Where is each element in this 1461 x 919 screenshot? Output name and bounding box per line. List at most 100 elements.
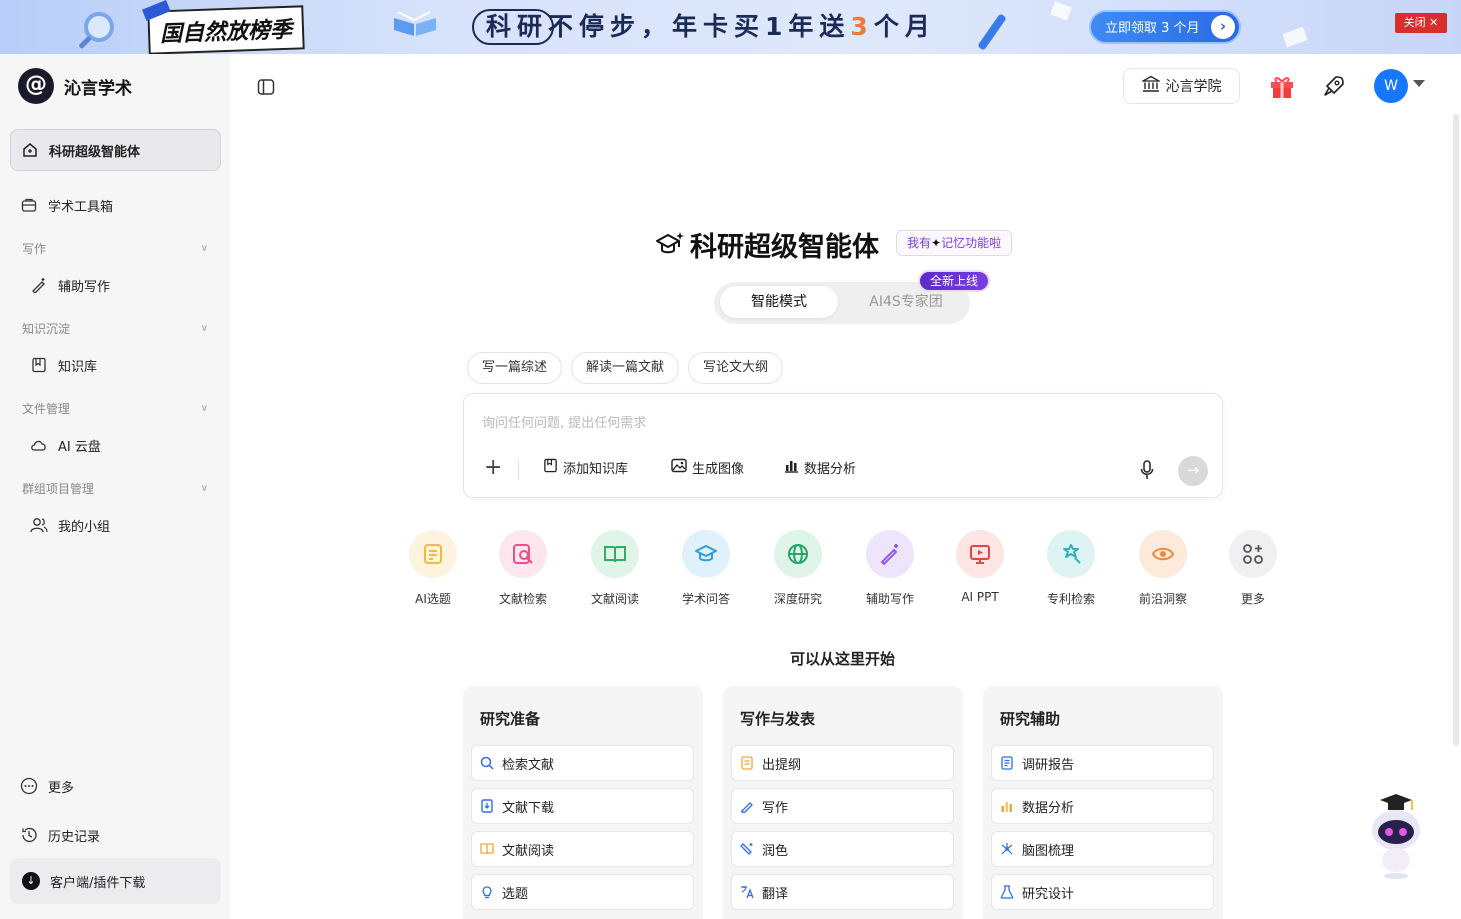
sidebar-item-label: 我的小组 <box>58 519 111 535</box>
tool-label: 文献检索 <box>498 592 547 606</box>
paper-plane-icon <box>1050 1 1072 21</box>
tool-label: 添加知识库 <box>563 462 629 477</box>
section-title: 群组项目管理 <box>22 481 95 496</box>
suggestion-chip[interactable]: 写一篇综述 <box>467 352 563 384</box>
tool-label: 深度研究 <box>773 592 822 606</box>
claim-offer-label: 立即领取 3 个月 <box>1105 21 1200 36</box>
tool-patent-search[interactable]: 专利检索 <box>1041 530 1101 607</box>
sidebar-item-toolbox[interactable]: 学术工具箱 <box>20 193 113 217</box>
card-item-research-design[interactable]: 研究设计 <box>991 874 1214 910</box>
card-item-label: 写作 <box>762 800 789 816</box>
brand-name: 沁言学术 <box>64 78 132 99</box>
microphone-icon[interactable] <box>1140 460 1154 480</box>
chevron-down-icon: ∨ <box>200 402 208 414</box>
card-item-translate[interactable]: 翻译 <box>731 874 954 910</box>
section-files[interactable]: 文件管理 ∨ <box>22 399 212 417</box>
tool-label: 前沿洞察 <box>1138 592 1187 606</box>
client-download-button[interactable]: ↓ 客户端/插件下载 <box>10 858 221 904</box>
card-item-survey-report[interactable]: 调研报告 <box>991 745 1214 781</box>
sidebar-item-label: 更多 <box>48 780 75 796</box>
book-open-icon <box>591 530 639 578</box>
book-open-icon <box>480 842 494 856</box>
section-writing[interactable]: 写作 ∨ <box>22 239 212 257</box>
memory-label-a: 我有 <box>907 236 932 250</box>
rocket-icon[interactable] <box>1322 74 1346 98</box>
suggestion-chip[interactable]: 解读一篇文献 <box>571 352 680 384</box>
user-avatar[interactable]: W <box>1374 69 1408 103</box>
download-icon: ↓ <box>22 872 40 890</box>
tool-deep-research[interactable]: 深度研究 <box>768 530 828 607</box>
sidebar-item-knowledge-base[interactable]: 知识库 <box>30 353 97 377</box>
patent-search-icon <box>1047 530 1095 578</box>
sidebar-item-super-agent[interactable]: 科研超级智能体 <box>10 129 221 171</box>
card-writing-publishing: 写作与发表 出提纲 写作 润色 翻译 <box>723 686 963 919</box>
section-title: 知识沉淀 <box>22 321 71 336</box>
sidebar-item-more[interactable]: 更多 <box>20 774 74 798</box>
prompt-input[interactable]: 询问任何问题, 提出任何需求 <box>482 412 646 431</box>
chevron-down-icon: ∨ <box>200 322 208 334</box>
knowledge-base-icon <box>543 458 558 477</box>
send-button[interactable]: → <box>1178 456 1208 486</box>
flask-icon <box>1000 885 1014 899</box>
tool-ai-ppt[interactable]: AI PPT <box>950 530 1010 604</box>
tool-literature-search[interactable]: 文献检索 <box>493 530 553 607</box>
claim-offer-button[interactable]: 立即领取 3 个月 › <box>1089 10 1241 44</box>
prompt-composer[interactable]: 询问任何问题, 提出任何需求 + 添加知识库 生成图像 数据分析 → <box>463 393 1223 498</box>
gift-icon[interactable] <box>1269 73 1295 99</box>
tool-ai-topic[interactable]: AI选题 <box>403 530 463 607</box>
sidebar-toggle-icon[interactable] <box>257 78 275 96</box>
group-icon <box>30 516 48 534</box>
banner-tag: 国自然放榜季 <box>147 5 305 54</box>
brand-logo[interactable]: 沁言学术 <box>18 68 132 104</box>
globe-icon <box>774 530 822 578</box>
card-item-label: 翻译 <box>762 886 789 902</box>
chevron-down-icon: ∨ <box>200 242 208 254</box>
magnifier-icon <box>84 12 114 42</box>
data-analysis-button[interactable]: 数据分析 <box>783 458 856 477</box>
outline-icon <box>740 756 754 770</box>
chevron-right-icon: › <box>1211 15 1235 39</box>
tool-more[interactable]: 更多 <box>1223 530 1283 607</box>
promo-banner[interactable]: 国自然放榜季 科研不停步，年卡买1年送3个月 立即领取 3 个月 › 关闭 ✕ <box>0 0 1461 54</box>
tab-smart-mode[interactable]: 智能模式 <box>720 286 838 318</box>
card-item-outline[interactable]: 出提纲 <box>731 745 954 781</box>
add-attachment-button[interactable]: + <box>484 457 502 479</box>
card-item-read-literature[interactable]: 文献阅读 <box>471 831 694 867</box>
card-item-topic[interactable]: 选题 <box>471 874 694 910</box>
assistant-mascot-icon[interactable] <box>1366 790 1426 880</box>
tool-label: AI选题 <box>415 592 451 606</box>
bar-chart-icon <box>783 458 799 477</box>
tool-academic-qa[interactable]: 学术问答 <box>676 530 736 607</box>
tool-label: 学术问答 <box>681 592 730 606</box>
tool-frontier-insight[interactable]: 前沿洞察 <box>1133 530 1193 607</box>
card-research-assist: 研究辅助 调研报告 数据分析 脑图梳理 研究设计 <box>983 686 1223 919</box>
card-item-mindmap[interactable]: 脑图梳理 <box>991 831 1214 867</box>
card-item-polish[interactable]: 润色 <box>731 831 954 867</box>
tool-assist-writing[interactable]: 辅助写作 <box>860 530 920 607</box>
section-knowledge[interactable]: 知识沉淀 ∨ <box>22 319 212 337</box>
section-groups[interactable]: 群组项目管理 ∨ <box>22 479 212 497</box>
caret-down-icon[interactable] <box>1413 80 1425 87</box>
topic-icon <box>409 530 457 578</box>
sidebar-item-my-group[interactable]: 我的小组 <box>30 513 110 537</box>
card-item-data-analysis[interactable]: 数据分析 <box>991 788 1214 824</box>
suggestion-chip[interactable]: 写论文大纲 <box>688 352 784 384</box>
card-item-write[interactable]: 写作 <box>731 788 954 824</box>
tool-label: 文献阅读 <box>590 592 639 606</box>
sidebar-item-assist-writing[interactable]: 辅助写作 <box>30 273 110 297</box>
memory-feature-badge[interactable]: 我有✦记忆功能啦 <box>896 230 1013 256</box>
tool-literature-reading[interactable]: 文献阅读 <box>585 530 645 607</box>
magic-pen-icon <box>30 276 48 294</box>
logo-icon <box>18 68 54 104</box>
academy-label: 沁言学院 <box>1165 79 1222 95</box>
card-item-search-literature[interactable]: 检索文献 <box>471 745 694 781</box>
card-item-label: 脑图梳理 <box>1022 843 1075 859</box>
card-item-download-literature[interactable]: 文献下载 <box>471 788 694 824</box>
academy-button[interactable]: 沁言学院 <box>1123 68 1240 104</box>
sidebar-item-history[interactable]: 历史记录 <box>20 823 100 847</box>
add-knowledge-button[interactable]: 添加知识库 <box>543 458 628 477</box>
cloud-icon <box>30 436 48 454</box>
sidebar-item-cloud-drive[interactable]: AI 云盘 <box>30 433 101 457</box>
generate-image-button[interactable]: 生成图像 <box>671 458 744 477</box>
close-banner-button[interactable]: 关闭 ✕ <box>1395 13 1447 33</box>
